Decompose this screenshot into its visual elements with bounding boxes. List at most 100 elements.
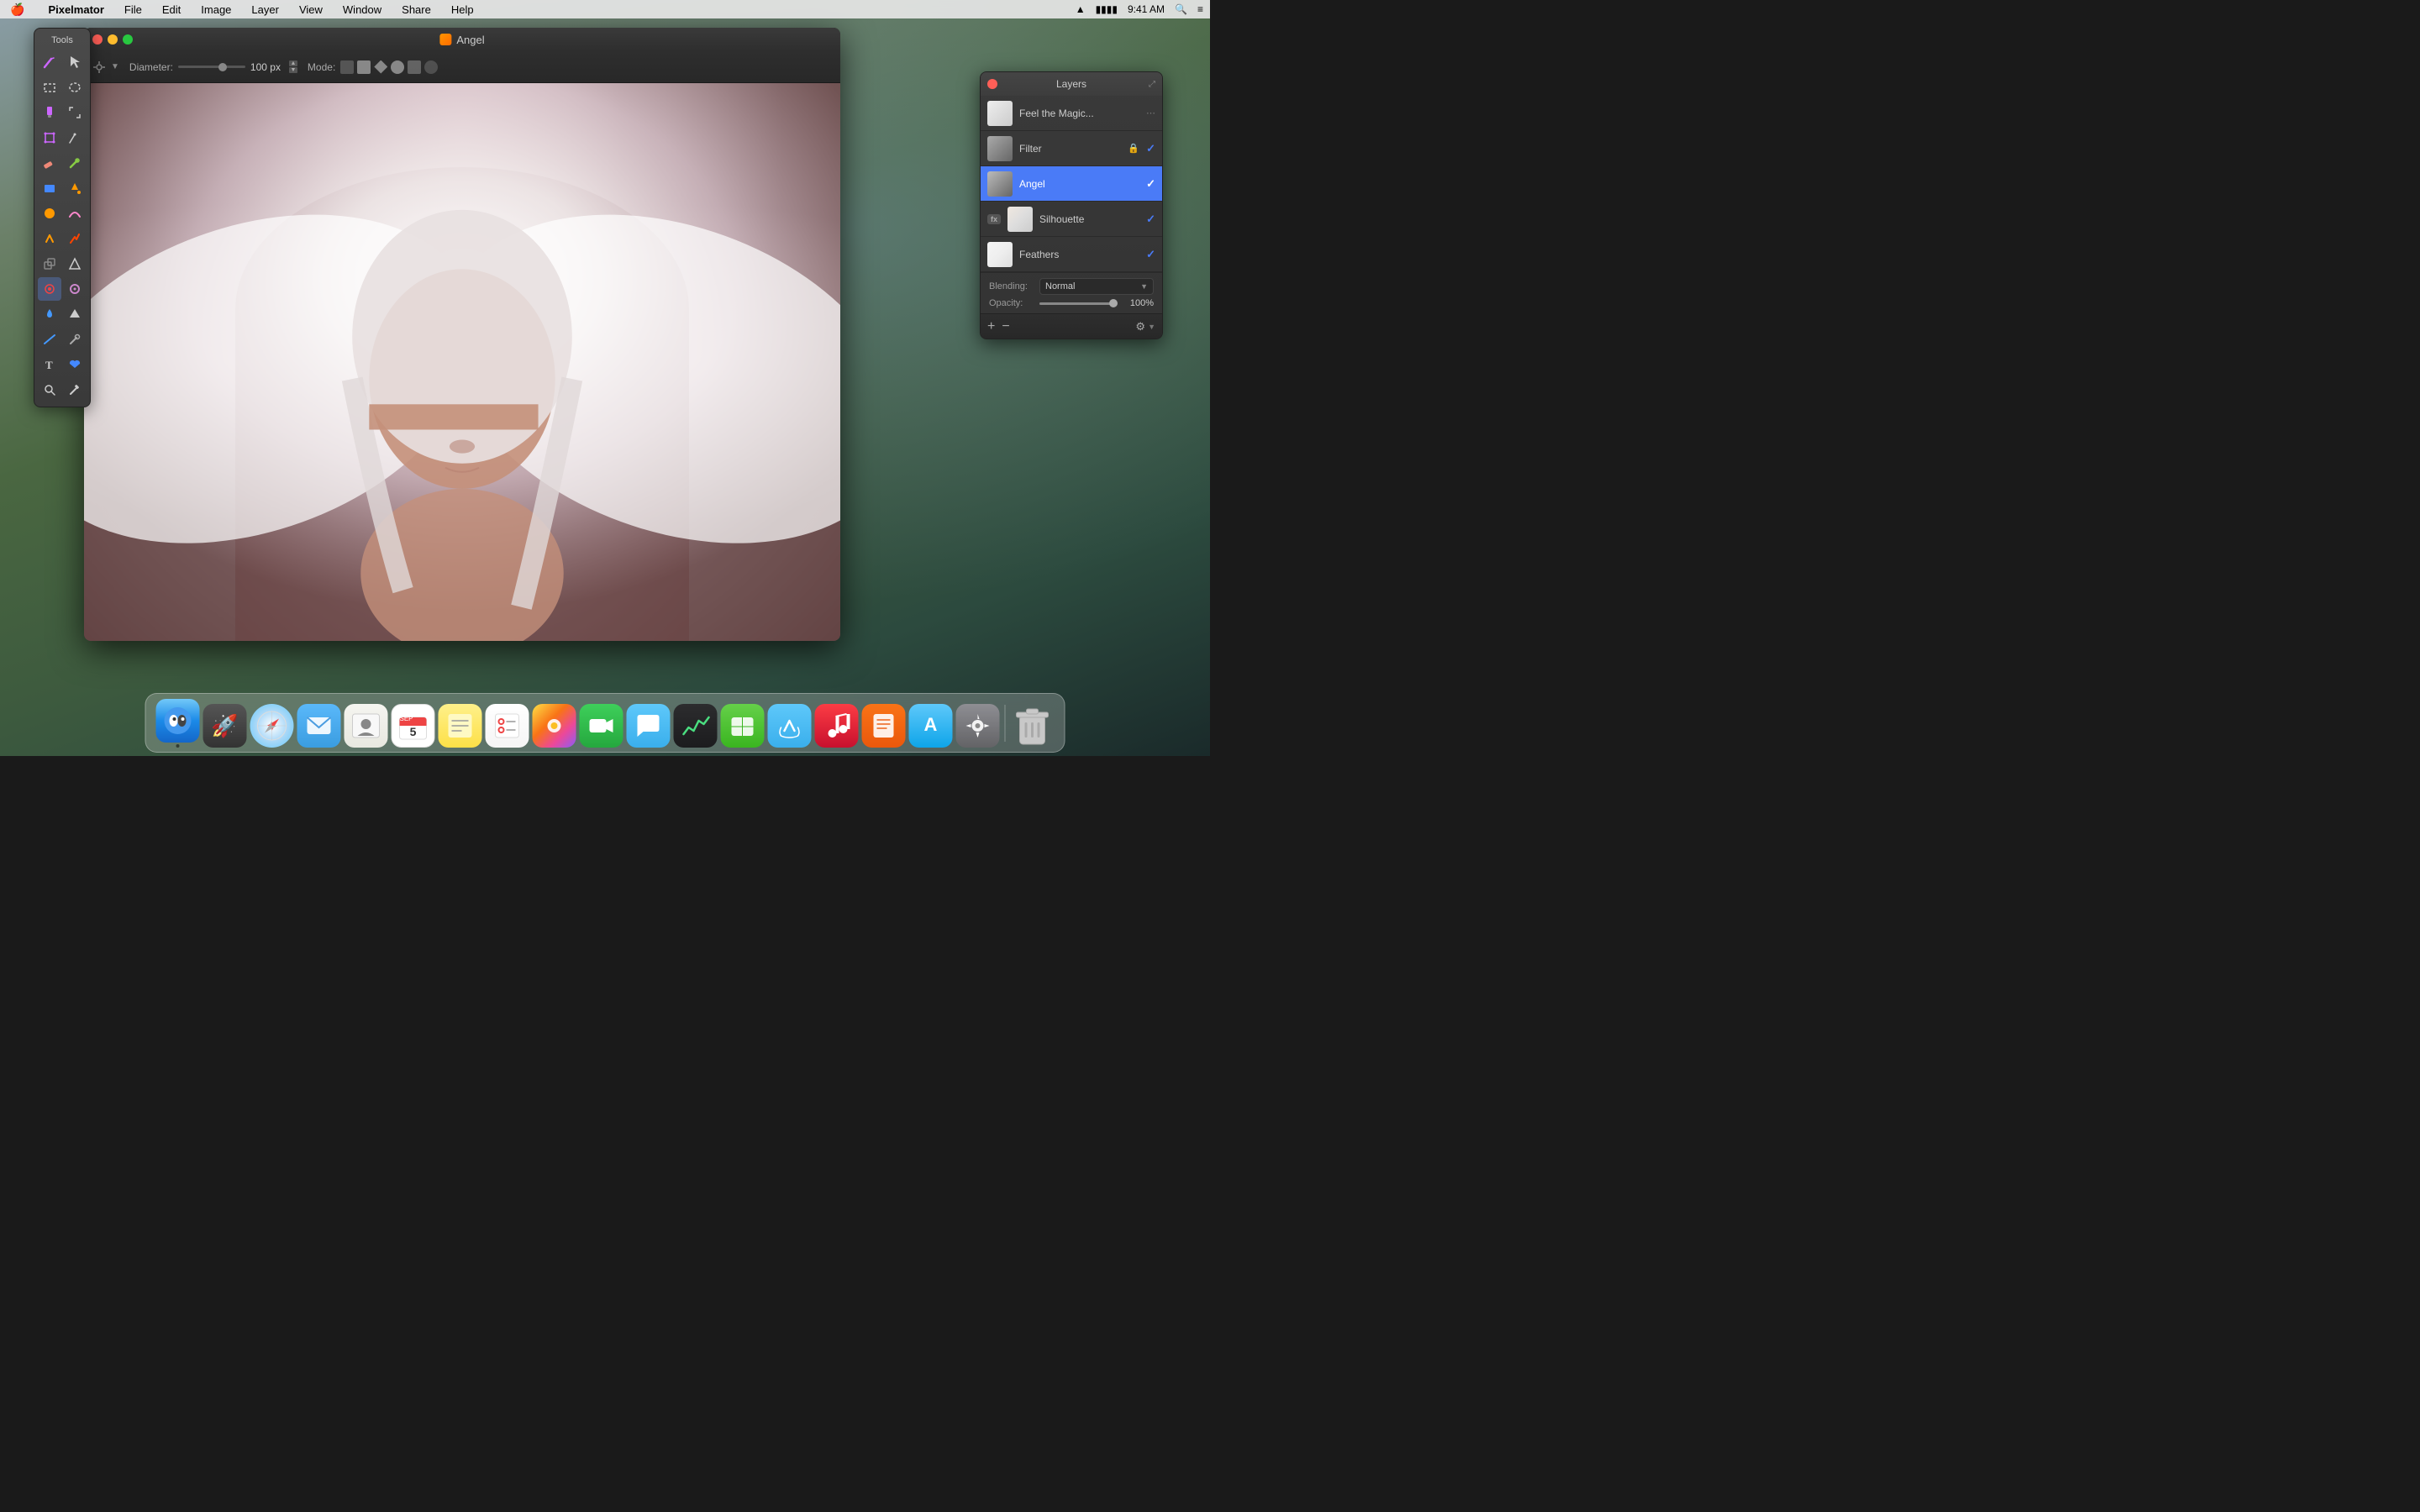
layer-check-filter[interactable]: ✓ <box>1146 142 1155 155</box>
mode-icon-4[interactable] <box>391 60 404 74</box>
diameter-decrement[interactable]: ▼ <box>289 67 297 73</box>
svg-text:T: T <box>45 359 53 371</box>
tool-fill[interactable] <box>63 176 87 200</box>
help-menu[interactable]: Help <box>448 3 477 16</box>
canvas-toolbar: ▼ Diameter: 100 px ▲ ▼ Mode: <box>84 51 840 83</box>
notification-icon[interactable]: ≡ <box>1197 3 1203 15</box>
diameter-slider[interactable] <box>178 66 245 68</box>
mode-icon-1[interactable] <box>340 60 354 74</box>
dock-icon-photos <box>533 704 576 748</box>
mode-icon-6[interactable] <box>424 60 438 74</box>
window-close-button[interactable] <box>92 34 103 45</box>
tool-dodge[interactable] <box>63 227 87 250</box>
canvas-area[interactable] <box>84 83 840 641</box>
apple-menu[interactable]: 🍎 <box>7 3 28 17</box>
tool-clone[interactable] <box>38 252 61 276</box>
settings-icon[interactable] <box>92 60 106 74</box>
settings-chevron[interactable]: ▼ <box>111 62 119 71</box>
dock-item-trash[interactable] <box>1011 704 1055 748</box>
dock-item-safari[interactable] <box>250 704 294 748</box>
blending-select[interactable]: Normal ▼ <box>1039 278 1154 295</box>
diameter-group: Diameter: 100 px ▲ ▼ <box>129 60 297 73</box>
tool-heal[interactable] <box>38 227 61 250</box>
dock-item-music[interactable] <box>815 704 859 748</box>
dock-item-system-preferences[interactable] <box>956 704 1000 748</box>
dock-item-reminders[interactable] <box>486 704 529 748</box>
dock-item-calendar[interactable]: 5SEP <box>392 704 435 748</box>
window-maximize-button[interactable] <box>123 34 133 45</box>
tool-brush[interactable] <box>38 101 61 124</box>
dock-item-facetime[interactable] <box>580 704 623 748</box>
tool-eraser[interactable] <box>38 151 61 175</box>
dock-item-launchpad[interactable]: 🚀 <box>203 704 247 748</box>
dock-item-stocks[interactable] <box>674 704 718 748</box>
layer-item-feel[interactable]: Feel the Magic... ⋯ <box>981 96 1162 131</box>
image-menu[interactable]: Image <box>197 3 234 16</box>
tool-rect-shape[interactable] <box>38 176 61 200</box>
tool-crop[interactable] <box>63 101 87 124</box>
layer-item-silhouette[interactable]: fx Silhouette ✓ <box>981 202 1162 237</box>
tool-pen[interactable] <box>63 126 87 150</box>
layers-expand-button[interactable]: ⤢ <box>1149 80 1155 89</box>
diameter-increment[interactable]: ▲ <box>289 60 297 66</box>
layer-check-feathers[interactable]: ✓ <box>1146 248 1155 261</box>
tool-zoom[interactable] <box>38 378 61 402</box>
tool-blur[interactable] <box>63 277 87 301</box>
dock-item-books[interactable] <box>862 704 906 748</box>
dock-item-messages[interactable] <box>627 704 671 748</box>
tool-paint[interactable] <box>38 50 61 74</box>
dock-icon-calendar: 5SEP <box>392 704 435 748</box>
dock-item-airdrop[interactable] <box>768 704 812 748</box>
search-icon[interactable]: 🔍 <box>1175 3 1187 15</box>
layer-item-filter[interactable]: Filter 🔒 ✓ <box>981 131 1162 166</box>
opacity-slider[interactable] <box>1039 302 1118 305</box>
app-name-menu[interactable]: Pixelmator <box>45 3 107 16</box>
dock-item-numbers[interactable] <box>721 704 765 748</box>
tool-smudge[interactable] <box>63 202 87 225</box>
diameter-label: Diameter: <box>129 61 173 73</box>
remove-layer-button[interactable]: − <box>1002 320 1009 333</box>
tool-polygon[interactable] <box>63 302 87 326</box>
layer-check-angel[interactable]: ✓ <box>1146 177 1155 191</box>
dock-item-notes[interactable] <box>439 704 482 748</box>
mode-icon-5[interactable] <box>408 60 421 74</box>
file-menu[interactable]: File <box>121 3 145 16</box>
tool-eye[interactable] <box>38 277 61 301</box>
layer-settings-button[interactable]: ⚙ <box>1135 321 1145 332</box>
tool-water[interactable] <box>38 302 61 326</box>
dock-item-finder[interactable] <box>156 699 200 748</box>
tool-vector-shape[interactable] <box>63 353 87 376</box>
tool-sharpen[interactable] <box>63 252 87 276</box>
layer-item-angel[interactable]: Angel ✓ <box>981 166 1162 202</box>
dock-item-photos[interactable] <box>533 704 576 748</box>
tool-eyedropper[interactable] <box>63 151 87 175</box>
window-title: Angel <box>439 34 484 46</box>
mode-icon-2[interactable] <box>357 60 371 74</box>
battery-icon: ▮▮▮▮ <box>1096 3 1118 15</box>
edit-menu[interactable]: Edit <box>159 3 184 16</box>
dock-item-mail[interactable] <box>297 704 341 748</box>
window-minimize-button[interactable] <box>108 34 118 45</box>
tool-line[interactable] <box>38 328 61 351</box>
layer-check-silhouette[interactable]: ✓ <box>1146 213 1155 226</box>
view-menu[interactable]: View <box>296 3 326 16</box>
add-layer-button[interactable]: + <box>987 320 995 333</box>
tool-rect-select[interactable] <box>38 76 61 99</box>
layers-close-button[interactable] <box>987 79 997 89</box>
tool-text[interactable]: T <box>38 353 61 376</box>
layer-menu[interactable]: Layer <box>248 3 282 16</box>
dock-item-contacts[interactable] <box>345 704 388 748</box>
tool-color-picker[interactable] <box>63 328 87 351</box>
tool-oval-select[interactable] <box>63 76 87 99</box>
layer-menu-feel[interactable]: ⋯ <box>1146 108 1155 118</box>
tool-select-arrow[interactable] <box>63 50 87 74</box>
layer-item-feathers[interactable]: Feathers ✓ <box>981 237 1162 272</box>
layer-settings-chevron[interactable]: ▼ <box>1148 323 1155 331</box>
mode-icon-3[interactable] <box>374 60 387 74</box>
share-menu[interactable]: Share <box>398 3 434 16</box>
dock-item-appstore[interactable]: A <box>909 704 953 748</box>
window-menu[interactable]: Window <box>339 3 385 16</box>
tool-gradient[interactable] <box>38 202 61 225</box>
tool-pipette[interactable] <box>63 378 87 402</box>
tool-transform[interactable] <box>38 126 61 150</box>
